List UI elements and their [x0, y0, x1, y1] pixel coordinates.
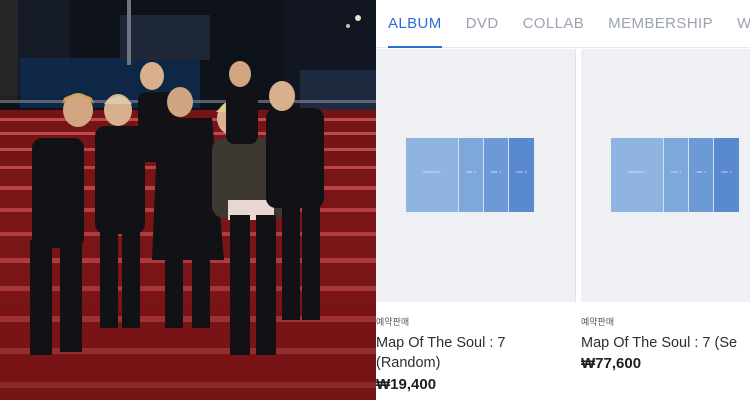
album-cover-segment: VER. 4	[714, 138, 739, 212]
cover-label: VER. 2	[465, 170, 477, 174]
tab-membership[interactable]: MEMBERSHIP	[596, 0, 725, 48]
product-name[interactable]: Map Of The Soul : 7 (Random)	[376, 333, 576, 373]
product-name-line1: Map Of The Soul : 7	[376, 335, 506, 351]
group-photo	[0, 0, 376, 400]
cover-label: VER. 3	[490, 170, 502, 174]
times-square-photo-illustration	[0, 0, 376, 400]
album-cover-image: VERSION 1 VER. 2 VER. 3 VER. 4	[406, 138, 534, 212]
album-cover-segment: VERSION 1	[406, 138, 459, 212]
tab-dvd[interactable]: DVD	[454, 0, 511, 48]
tab-wev[interactable]: WEV	[725, 0, 750, 48]
album-cover-segment: VER. 3	[689, 138, 714, 212]
album-cover-image: VERSION 1 VER. 2 VER. 3 VER. 4	[611, 138, 739, 212]
cover-label: VERSION 1	[423, 170, 441, 174]
shop-panel: ALBUM DVD COLLAB MEMBERSHIP WEV VERSION …	[376, 0, 750, 400]
album-cover-segment: VER. 3	[484, 138, 509, 212]
cover-label: VERSION 1	[628, 170, 646, 174]
preorder-badge: 예약판매	[581, 317, 615, 327]
product-thumbnail[interactable]: VERSION 1 VER. 2 VER. 3 VER. 4	[581, 49, 750, 302]
album-cover-segment: VER. 2	[664, 138, 689, 212]
tab-collab[interactable]: COLLAB	[511, 0, 597, 48]
product-list: VERSION 1 VER. 2 VER. 3 VER. 4 예약판매 Map …	[376, 49, 750, 400]
product-name-line2: (Random)	[376, 355, 441, 371]
product-price: ₩19,400	[376, 376, 437, 393]
product-thumbnail[interactable]: VERSION 1 VER. 2 VER. 3 VER. 4	[376, 49, 576, 302]
preorder-badge: 예약판매	[376, 317, 410, 327]
cover-label: VER. 2	[670, 170, 682, 174]
product-price: ₩77,600	[581, 355, 642, 372]
album-cover-segment: VER. 2	[459, 138, 484, 212]
product-card[interactable]: VERSION 1 VER. 2 VER. 3 VER. 4 예약판매 Map …	[376, 49, 576, 400]
product-card[interactable]: VERSION 1 VER. 2 VER. 3 VER. 4 예약판매 Map …	[581, 49, 750, 400]
album-cover-segment: VER. 4	[509, 138, 534, 212]
cover-label: VER. 4	[721, 170, 732, 174]
category-tabs: ALBUM DVD COLLAB MEMBERSHIP WEV	[376, 0, 750, 48]
tab-album[interactable]: ALBUM	[376, 0, 454, 48]
album-cover-segment: VERSION 1	[611, 138, 664, 212]
cover-label: VER. 3	[695, 170, 707, 174]
cover-label: VER. 4	[516, 170, 527, 174]
product-name[interactable]: Map Of The Soul : 7 (Se	[581, 333, 750, 353]
product-name-line1: Map Of The Soul : 7 (Se	[581, 335, 738, 351]
